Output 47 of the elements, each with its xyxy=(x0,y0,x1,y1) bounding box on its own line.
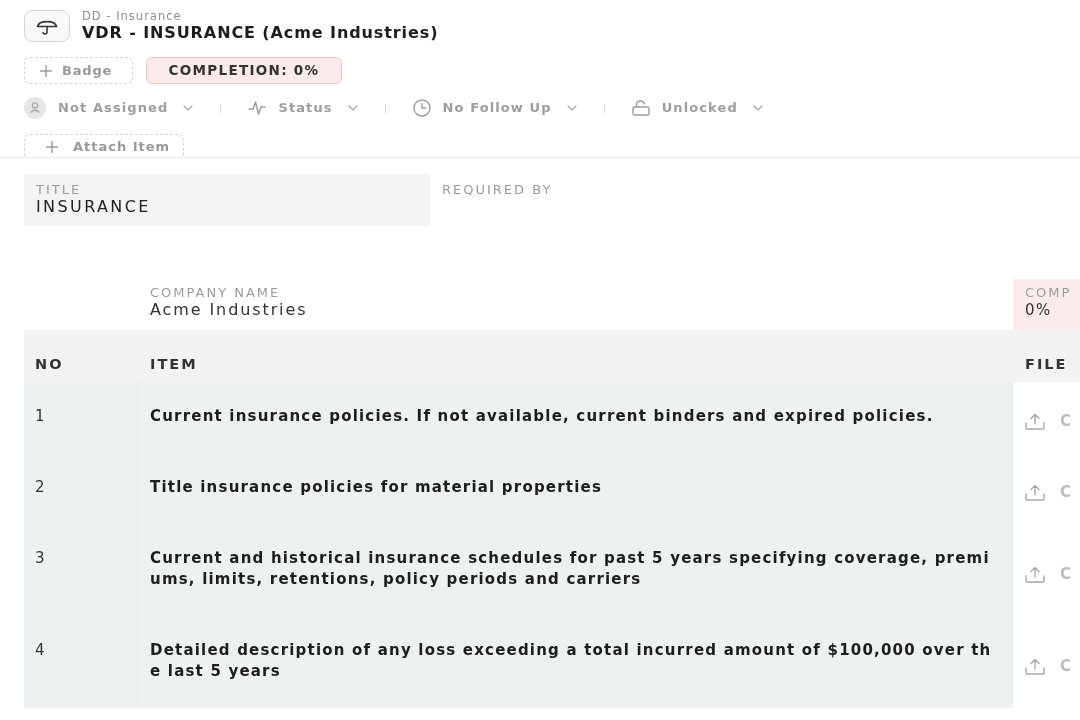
completion-value: 0% xyxy=(1025,300,1053,320)
row-number: 1 xyxy=(24,382,138,453)
completion-badge: COMPLETION: 0% xyxy=(146,57,342,84)
chevron-down-icon xyxy=(752,105,763,111)
upload-button[interactable]: C xyxy=(1025,562,1071,586)
add-badge-button[interactable]: Badge xyxy=(24,57,133,84)
company-name: Acme Industries xyxy=(150,300,309,320)
follow-up-dropdown[interactable]: No Follow Up xyxy=(412,97,577,119)
company-label: COMPANY NAME xyxy=(150,286,282,300)
row-number: 2 xyxy=(24,453,138,524)
upload-button[interactable]: C xyxy=(1025,654,1071,678)
column-header: FILE xyxy=(1013,330,1080,382)
breadcrumb-text[interactable]: DD - Insurance xyxy=(82,10,439,23)
field-value: INSURANCE xyxy=(36,197,152,217)
row-number: 4 xyxy=(24,616,138,708)
table-cell: Title insurance policies for material properties xyxy=(138,453,1013,524)
clock-icon xyxy=(412,99,431,117)
upload-icon xyxy=(1025,657,1045,675)
upload-icon xyxy=(1025,413,1045,430)
plus-icon xyxy=(46,141,58,153)
chevron-down-icon xyxy=(183,105,194,111)
chevron-down-icon xyxy=(347,105,358,111)
completion-label: COMP xyxy=(1025,286,1068,300)
chevron-down-icon xyxy=(566,105,577,111)
plus-icon xyxy=(40,64,52,77)
table-cell: Current and historical insurance schedules for past 5 years specifying coverage, premiums, limits, retentions, policy periods and carriers xyxy=(138,524,1013,616)
column-header: ITEM xyxy=(138,330,1013,382)
lock-icon xyxy=(631,100,650,116)
table-cell: Detailed description of any loss exceeding a total incurred amount of $100,000 over the last 5 years xyxy=(138,616,1013,708)
assignee-dropdown[interactable]: Not Assigned xyxy=(24,97,194,119)
avatar-icon xyxy=(24,97,46,119)
field-label: REQUIRED BY xyxy=(442,183,553,197)
title-field[interactable]: TITLE INSURANCE xyxy=(24,174,430,226)
field-label: TITLE xyxy=(36,183,83,197)
upload-icon xyxy=(1025,565,1045,583)
upload-icon xyxy=(1025,484,1045,501)
status-dropdown[interactable]: Status xyxy=(248,97,358,119)
attach-item-button[interactable]: Attach Item xyxy=(24,134,184,157)
table-cell: Current insurance policies. If not available, current binders and expired policies. xyxy=(138,382,1013,453)
lock-dropdown[interactable]: Unlocked xyxy=(631,97,763,119)
page-title: VDR - INSURANCE (Acme Industries) xyxy=(82,23,439,42)
column-header: NO xyxy=(24,330,138,382)
pulse-icon xyxy=(248,100,267,116)
upload-button[interactable]: C xyxy=(1025,410,1071,433)
umbrella-icon xyxy=(24,10,70,42)
upload-button[interactable]: C xyxy=(1025,481,1071,504)
row-number: 3 xyxy=(24,524,138,616)
